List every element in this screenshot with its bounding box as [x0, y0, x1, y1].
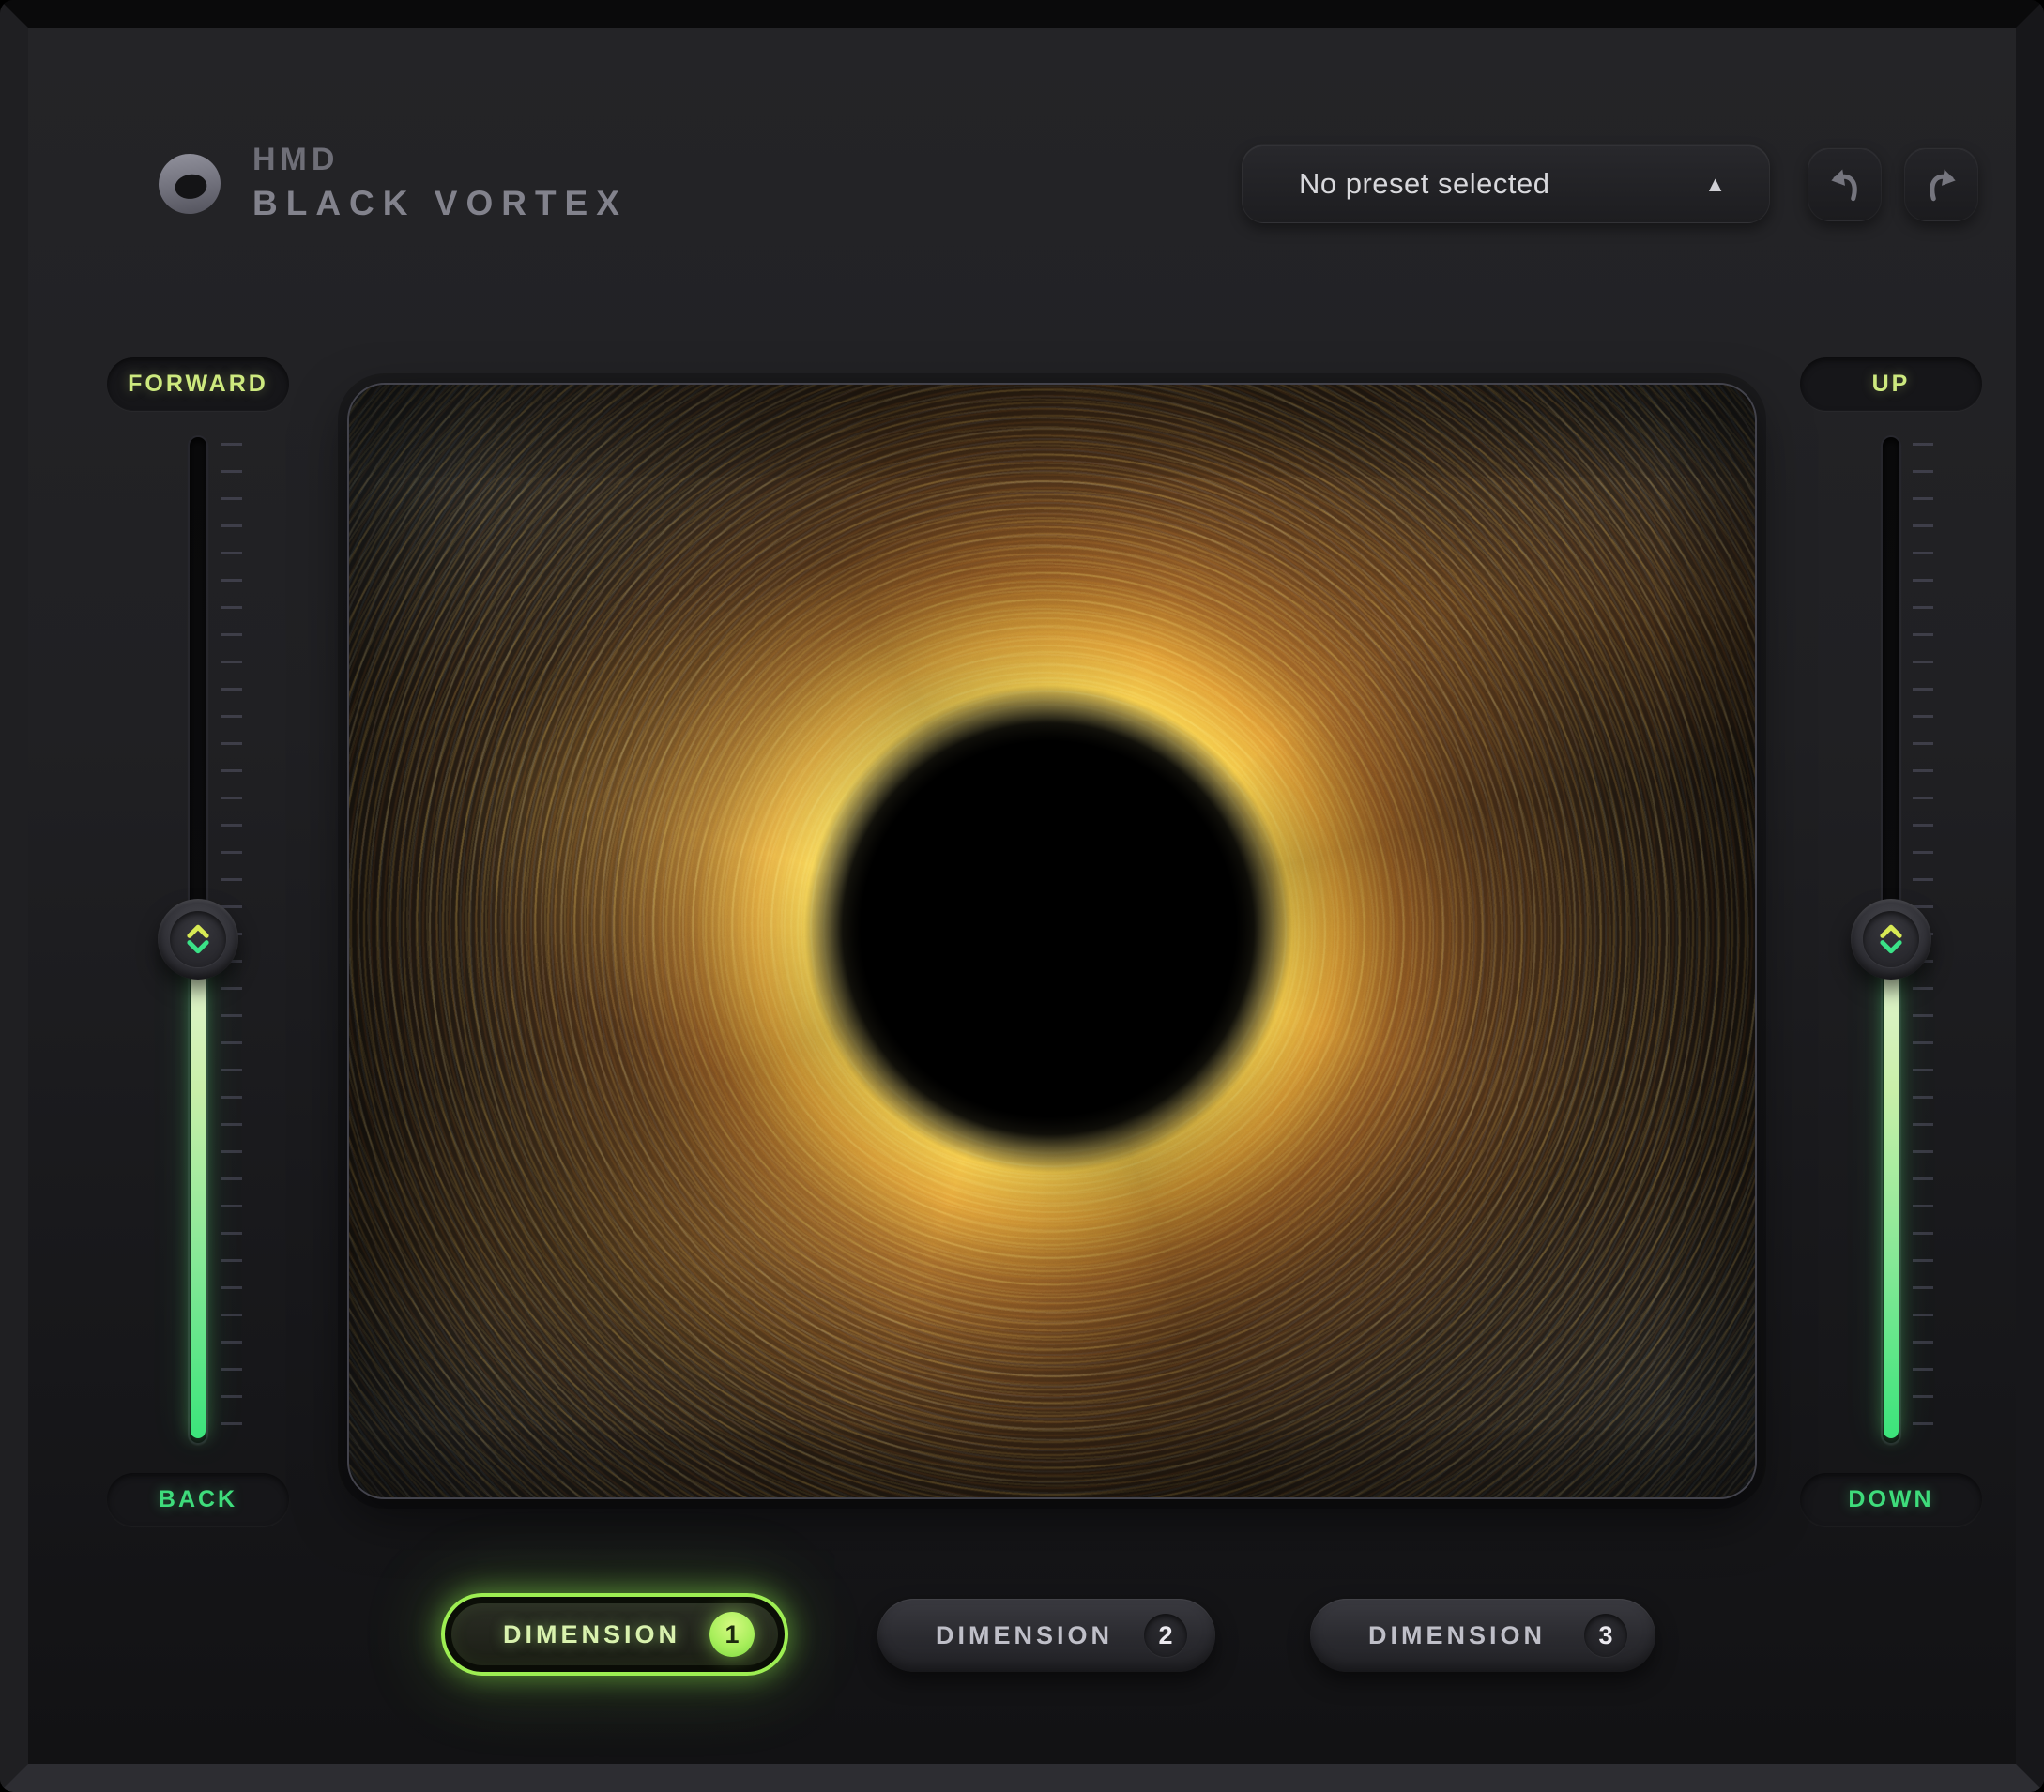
dimension-2-button[interactable]: DIMENSION 2	[877, 1599, 1215, 1672]
dimension-1-button[interactable]: DIMENSION 1	[441, 1593, 788, 1676]
back-label: BACK	[107, 1473, 289, 1526]
preset-value: No preset selected	[1243, 167, 1704, 201]
product-name: BLACK VORTEX	[252, 185, 628, 223]
brand-name: HMD	[252, 143, 628, 177]
undo-arrow-icon	[1824, 164, 1866, 205]
vortex-display	[347, 383, 1757, 1499]
triangle-up-icon: ▲	[1704, 172, 1769, 197]
plugin-window: HMD BLACK VORTEX No preset selected ▲ FO…	[0, 0, 2044, 1792]
chevron-up-down-icon	[179, 919, 217, 960]
plugin-background: HMD BLACK VORTEX No preset selected ▲ FO…	[28, 28, 2016, 1764]
dimension-2-badge: 2	[1144, 1614, 1187, 1657]
thumb-face	[1863, 911, 1919, 967]
dimension-3-badge: 3	[1584, 1614, 1627, 1657]
preset-selector[interactable]: No preset selected ▲	[1242, 144, 1770, 223]
vortex-vignette	[349, 385, 1755, 1497]
forward-back-slider-thumb[interactable]	[158, 899, 238, 980]
brand-logo-icon	[156, 150, 223, 218]
dimension-3-label: DIMENSION	[1310, 1621, 1584, 1650]
forward-label: FORWARD	[107, 357, 289, 411]
dimension-1-label: DIMENSION	[445, 1620, 709, 1649]
undo-button[interactable]	[1808, 147, 1882, 221]
up-down-slider-track[interactable]	[1881, 435, 1901, 1445]
redo-arrow-icon	[1921, 164, 1962, 205]
dimension-1-badge: 1	[709, 1612, 755, 1657]
up-label: UP	[1800, 357, 1982, 411]
brand: HMD BLACK VORTEX	[252, 143, 628, 223]
up-down-slider-thumb[interactable]	[1851, 899, 1931, 980]
down-label: DOWN	[1800, 1473, 1982, 1526]
forward-back-slider-track[interactable]	[188, 435, 208, 1445]
thumb-face	[170, 911, 226, 967]
redo-button[interactable]	[1904, 147, 1978, 221]
dimension-3-button[interactable]: DIMENSION 3	[1310, 1599, 1655, 1672]
forward-back-slider-fill	[191, 939, 206, 1438]
dimension-2-label: DIMENSION	[877, 1621, 1144, 1650]
chevron-up-down-icon	[1872, 919, 1910, 960]
up-down-slider-fill	[1884, 939, 1899, 1438]
